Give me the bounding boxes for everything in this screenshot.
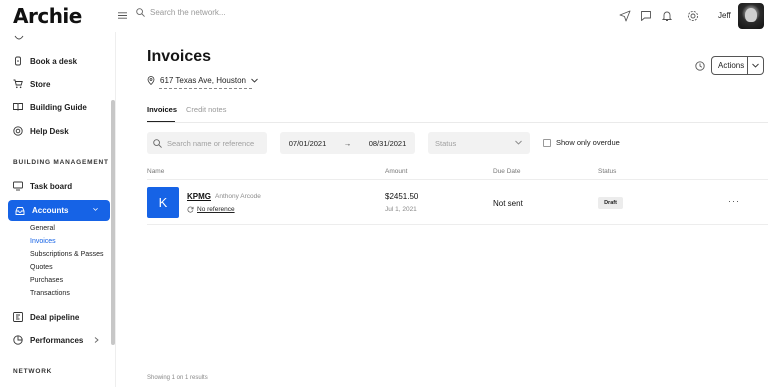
- sidebar-item-label: Building Guide: [30, 102, 87, 112]
- reference-text: No reference: [197, 206, 235, 213]
- sidebar-item-label: Store: [30, 79, 51, 89]
- global-search-placeholder: Search the network...: [150, 8, 226, 17]
- sidebar-item-label: Deal pipeline: [30, 312, 80, 322]
- pipeline-icon: [13, 312, 23, 322]
- search-icon: [136, 8, 145, 17]
- pie-chart-icon: [13, 335, 23, 345]
- sidebar-section-network: NETWORK: [13, 368, 53, 375]
- actions-dropdown-toggle[interactable]: [748, 63, 763, 68]
- user-name[interactable]: Jeff: [718, 11, 731, 20]
- sidebar-item-store[interactable]: Store: [13, 79, 50, 89]
- user-avatar[interactable]: [738, 3, 764, 29]
- invoice-date: Jul 1, 2021: [385, 206, 417, 213]
- sidebar-subitem-general[interactable]: General: [30, 225, 55, 232]
- main-content: Invoices 617 Texas Ave, Houston Actions …: [117, 32, 768, 387]
- inbox-icon: [15, 206, 25, 215]
- chevron-down-icon: [752, 63, 759, 68]
- tab-invoices[interactable]: Invoices: [147, 105, 177, 114]
- search-icon: [153, 138, 162, 148]
- table-row-divider: [147, 224, 768, 225]
- invoice-amount: $2451.50: [385, 192, 419, 201]
- monitor-icon: [13, 181, 23, 191]
- chevron-down-icon: [515, 140, 522, 145]
- refresh-icon: [187, 206, 194, 213]
- invoice-reference[interactable]: No reference: [187, 206, 235, 213]
- sidebar-section-building-management: BUILDING MANAGEMENT: [13, 159, 109, 166]
- tab-credit-notes[interactable]: Credit notes: [186, 105, 226, 114]
- client-logo: K: [147, 187, 179, 218]
- partial-icon: [14, 35, 24, 40]
- sidebar-item-label: Task board: [30, 181, 73, 191]
- column-header-amount: Amount: [385, 168, 408, 175]
- sidebar-item-label: Accounts: [32, 206, 69, 215]
- chevron-right-icon[interactable]: [94, 337, 99, 343]
- client-name-link[interactable]: KPMG: [187, 192, 211, 201]
- invoice-search-input[interactable]: Search name or reference: [147, 132, 267, 154]
- overdue-label: Show only overdue: [556, 138, 620, 147]
- sidebar-item-building-guide[interactable]: Building Guide: [13, 102, 87, 112]
- desk-lock-icon: [15, 56, 21, 66]
- actions-button-label: Actions: [718, 61, 745, 70]
- status-select-placeholder: Status: [435, 138, 457, 148]
- sidebar-subitem-quotes[interactable]: Quotes: [30, 264, 53, 271]
- column-header-status: Status: [598, 168, 617, 175]
- row-more-button[interactable]: ···: [728, 196, 740, 206]
- global-search[interactable]: Search the network...: [136, 8, 226, 17]
- page-title: Invoices: [147, 48, 212, 65]
- tabs-divider: [147, 122, 768, 123]
- results-count: Showing 1 on 1 results: [147, 375, 208, 381]
- tab-bar: Invoices Credit notes: [147, 105, 226, 114]
- actions-button[interactable]: Actions: [711, 56, 764, 75]
- date-to[interactable]: 08/31/2021: [369, 139, 407, 148]
- invoice-search-placeholder: Search name or reference: [167, 138, 255, 148]
- date-from[interactable]: 07/01/2021: [289, 139, 327, 148]
- sidebar-item-label: Performances: [30, 335, 84, 345]
- top-bar: Archie Search the network... Jeff: [0, 0, 768, 32]
- overdue-filter[interactable]: Show only overdue: [543, 138, 620, 147]
- chevron-down-icon: [93, 207, 98, 211]
- sidebar-item-accounts[interactable]: Accounts: [8, 200, 110, 221]
- invoice-due-date: Not sent: [493, 199, 523, 208]
- send-icon[interactable]: [619, 9, 631, 23]
- column-header-due-date: Due Date: [493, 168, 521, 175]
- gear-icon[interactable]: [687, 9, 699, 23]
- column-header-name: Name: [147, 168, 165, 175]
- sidebar-item-performances[interactable]: Performances: [13, 335, 83, 345]
- book-icon: [13, 103, 23, 111]
- overdue-checkbox[interactable]: [543, 138, 551, 147]
- sidebar-subitem-subscriptions-passes[interactable]: Subscriptions & Passes: [30, 251, 104, 258]
- sidebar-item-book-a-desk[interactable]: Book a desk: [13, 56, 77, 66]
- date-range-picker[interactable]: 07/01/2021 → 08/31/2021: [280, 132, 415, 154]
- app-logo[interactable]: Archie: [13, 4, 82, 28]
- location-pin-icon: [147, 76, 155, 85]
- chevron-down-icon: [251, 78, 258, 83]
- sidebar-item-task-board[interactable]: Task board: [13, 181, 72, 191]
- status-select[interactable]: Status: [428, 132, 530, 154]
- location-label: 617 Texas Ave, Houston: [160, 76, 246, 85]
- hamburger-menu-icon[interactable]: [118, 11, 127, 20]
- sidebar-item-label: Help Desk: [30, 126, 69, 136]
- bell-icon[interactable]: [661, 9, 673, 23]
- sidebar-item-label: Book a desk: [30, 56, 78, 66]
- chat-icon[interactable]: [640, 9, 652, 23]
- lifebuoy-icon: [13, 126, 23, 136]
- sidebar-scrollbar[interactable]: [111, 100, 115, 345]
- sidebar-subitem-purchases[interactable]: Purchases: [30, 277, 63, 284]
- table-header-divider: [147, 179, 768, 180]
- sidebar-subitem-transactions[interactable]: Transactions: [30, 290, 70, 297]
- date-range-arrow: →: [343, 138, 352, 148]
- sidebar-item-deal-pipeline[interactable]: Deal pipeline: [13, 312, 79, 322]
- client-contact: Anthony Arcode: [215, 193, 261, 200]
- status-badge: Draft: [598, 197, 623, 209]
- sidebar-item-help-desk[interactable]: Help Desk: [13, 126, 69, 136]
- location-selector[interactable]: 617 Texas Ave, Houston: [147, 76, 258, 85]
- sidebar-subitem-invoices[interactable]: Invoices: [30, 238, 56, 245]
- location-underline: [159, 88, 252, 89]
- cart-icon: [13, 79, 23, 89]
- history-icon[interactable]: [695, 61, 705, 71]
